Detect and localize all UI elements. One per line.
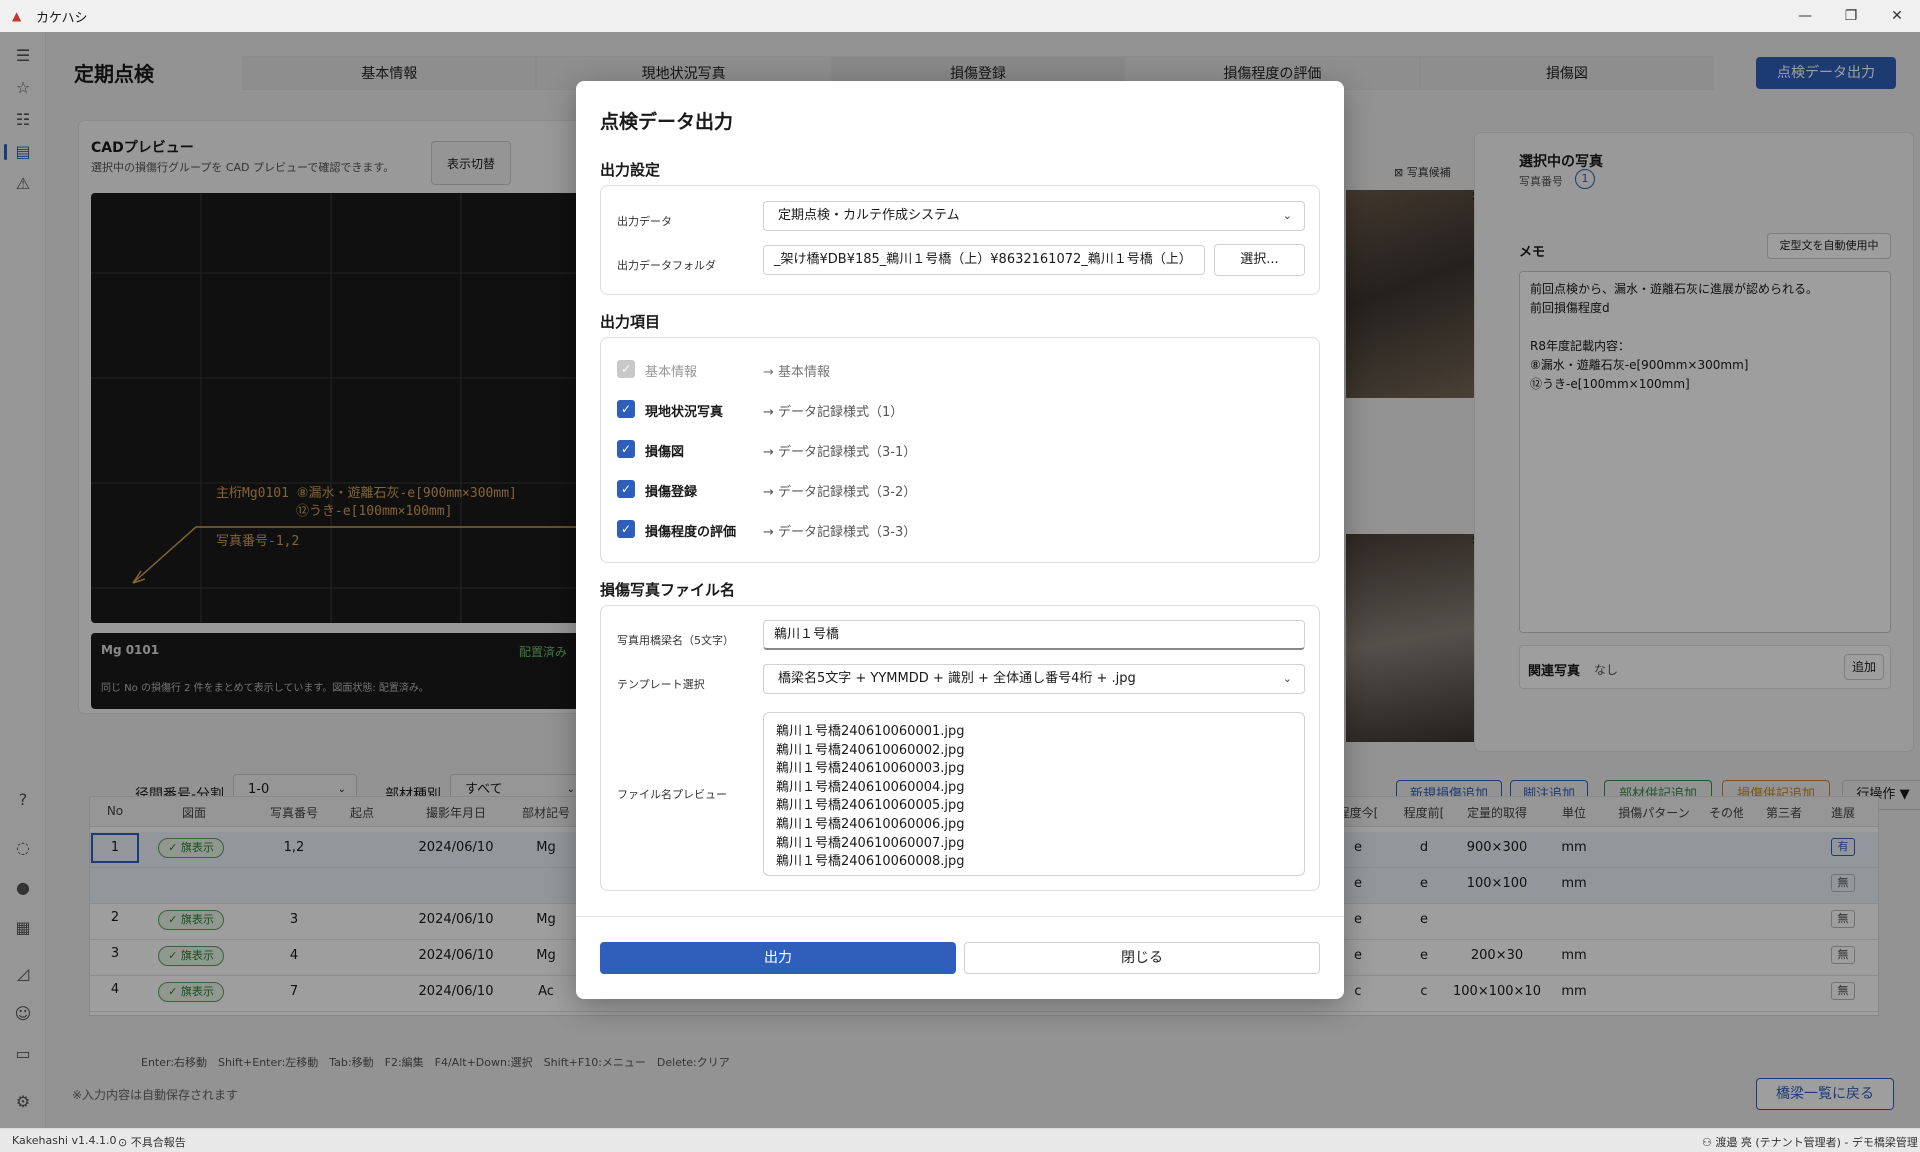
chevron-down-icon: ⌄ <box>1282 672 1292 685</box>
photo-filename-box: 写真用橋梁名（5文字） 鵜川１号橋 テンプレート選択 橋梁名5文字 + YYMM… <box>600 605 1320 891</box>
close-icon[interactable]: ✕ <box>1874 0 1920 32</box>
restore-icon[interactable]: ❐ <box>1828 0 1874 32</box>
list-item: 鵜川１号橋240610060006.jpg <box>776 816 965 832</box>
export-dialog: 点検データ出力 出力設定 出力データ 定期点検・カルテ作成システム ⌄ 出力データ… <box>576 81 1344 999</box>
select-folder-button[interactable]: 選択... <box>1214 244 1305 276</box>
minimize-icon[interactable]: — <box>1782 0 1828 32</box>
user-label: ⚇ 渡邉 亮 (テナント管理者) - デモ橋梁管理 <box>1702 1136 1918 1149</box>
checkbox-damage-diagram[interactable]: ✓ <box>617 440 635 458</box>
output-settings-heading: 出力設定 <box>600 161 661 179</box>
bridge-name-label: 写真用橋梁名（5文字） <box>617 634 734 647</box>
window-controls: — ❐ ✕ <box>1782 0 1920 32</box>
output-data-select[interactable]: 定期点検・カルテ作成システム ⌄ <box>763 201 1305 231</box>
output-items-box: ✓ 基本情報 → 基本情報 ✓ 現地状況写真 → データ記録様式（1） ✓ 損傷… <box>600 337 1320 563</box>
output-button[interactable]: 出力 <box>600 942 956 974</box>
dialog-title: 点検データ出力 <box>600 111 734 133</box>
checkbox-damage-registration[interactable]: ✓ <box>617 480 635 498</box>
list-item: 鵜川１号橋240610060001.jpg <box>776 724 965 739</box>
output-data-label: 出力データ <box>617 215 672 228</box>
list-item: 鵜川１号橋240610060005.jpg <box>776 798 965 814</box>
output-folder-label: 出力データフォルダ <box>617 259 716 272</box>
close-button[interactable]: 閉じる <box>964 942 1320 974</box>
status-bar: Kakehashi v1.4.1.0 ⊙ 不具合報告 ⚇ 渡邉 亮 (テナント管… <box>0 1128 1920 1152</box>
version-label: Kakehashi v1.4.1.0 <box>12 1134 117 1147</box>
bridge-name-input[interactable]: 鵜川１号橋 <box>763 620 1305 650</box>
app-logo-icon: ▲ <box>12 9 22 23</box>
checkbox-damage-evaluation[interactable]: ✓ <box>617 520 635 538</box>
filename-preview-list[interactable]: 鵜川１号橋240610060001.jpg 鵜川１号橋240610060002.… <box>763 712 1305 876</box>
bug-report-link[interactable]: ⊙ 不具合報告 <box>118 1134 186 1150</box>
list-item: 鵜川１号橋240610060003.jpg <box>776 761 965 777</box>
preview-label: ファイル名プレビュー <box>617 788 727 801</box>
checkbox-site-photos[interactable]: ✓ <box>617 400 635 418</box>
list-item: 鵜川１号橋240610060004.jpg <box>776 779 965 795</box>
list-item: 鵜川１号橋240610060008.jpg <box>776 854 965 870</box>
list-item: 鵜川１号橋240610060007.jpg <box>776 835 965 851</box>
app-name: カケハシ <box>36 10 88 26</box>
checkbox-basic-info: ✓ <box>617 360 635 378</box>
template-label: テンプレート選択 <box>617 678 705 691</box>
output-folder-field[interactable]: _架け橋¥DB¥185_鵜川１号橋（上）¥8632161072_鵜川１号橋（上） <box>763 245 1205 275</box>
list-item: 鵜川１号橋240610060002.jpg <box>776 742 965 758</box>
output-items-heading: 出力項目 <box>600 313 661 331</box>
title-bar: ▲ カケハシ — ❐ ✕ <box>0 0 1920 32</box>
chevron-down-icon: ⌄ <box>1282 209 1292 222</box>
output-settings-box: 出力データ 定期点検・カルテ作成システム ⌄ 出力データフォルダ _架け橋¥DB¥… <box>600 185 1320 295</box>
dialog-divider <box>576 916 1344 917</box>
photo-filename-heading: 損傷写真ファイル名 <box>600 581 736 599</box>
template-select[interactable]: 橋梁名5文字 + YYMMDD + 識別 + 全体通し番号4桁 + .jpg ⌄ <box>763 664 1305 694</box>
